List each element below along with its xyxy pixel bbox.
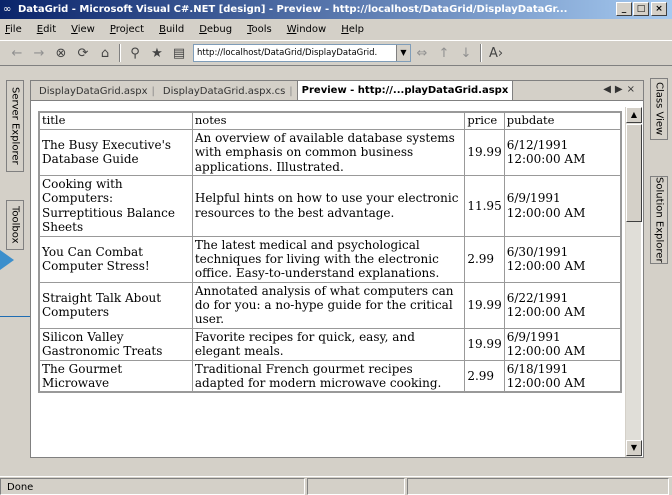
scroll-down-icon[interactable]: ▼ — [626, 440, 642, 456]
cell-pubdate: 6/18/1991 12:00:00 AM — [503, 359, 622, 393]
server-explorer-tab[interactable]: Server Explorer — [6, 80, 24, 172]
tab-displaydatagrid-aspx-cs[interactable]: DisplayDataGrid.aspx.cs | — [159, 82, 297, 100]
menu-bar: File Edit View Project Build Debug Tools… — [0, 19, 672, 39]
table-row: The Busy Executive's Database Guide An o… — [38, 128, 622, 176]
menu-project[interactable]: Project — [109, 23, 145, 36]
right-dock: Class View Solution Explorer — [646, 76, 672, 456]
cell-notes: Favorite recipes for quick, easy, and el… — [191, 327, 466, 361]
status-panel — [407, 477, 669, 495]
cell-notes: Annotated analysis of what computers can… — [191, 281, 466, 329]
home-icon[interactable]: ⌂ — [94, 43, 116, 63]
cell-title: The Gourmet Microwave — [38, 359, 193, 393]
column-header-pubdate: pubdate — [503, 111, 622, 130]
close-icon[interactable]: × — [627, 84, 639, 95]
data-grid: title notes price pubdate The Busy Execu… — [38, 111, 622, 394]
stop-icon[interactable]: ⊗ — [50, 43, 72, 63]
column-header-notes: notes — [191, 111, 466, 130]
column-header-price: price — [464, 111, 505, 130]
favorites-icon[interactable]: ★ — [146, 43, 168, 63]
refresh-icon[interactable]: ⟳ — [72, 43, 94, 63]
cell-price: 19.99 — [464, 128, 505, 176]
cell-title: Cooking with Computers: Surreptitious Ba… — [38, 174, 193, 237]
table-row: Silicon Valley Gastronomic Treats Favori… — [38, 327, 622, 361]
cell-title: You Can Combat Computer Stress! — [38, 235, 193, 283]
window-title: DataGrid - Microsoft Visual C#.NET [desi… — [18, 4, 568, 15]
cell-price: 11.95 — [464, 174, 505, 237]
print-icon[interactable]: ▤ — [168, 43, 190, 63]
up-arrow-icon[interactable]: ↑ — [433, 43, 455, 63]
class-view-tab[interactable]: Class View — [650, 78, 668, 140]
cell-pubdate: 6/9/1991 12:00:00 AM — [503, 174, 622, 237]
menu-tools[interactable]: Tools — [246, 23, 273, 36]
web-toolbar: ← → ⊗ ⟳ ⌂ ⚲ ★ ▤ http://localhost/DataGri… — [0, 40, 672, 66]
down-arrow-icon[interactable]: ↓ — [455, 43, 477, 63]
vs-icon: ∞ — [3, 4, 12, 15]
cell-notes: Helpful hints on how to use your electro… — [191, 174, 466, 237]
maximize-button[interactable]: □ — [633, 2, 649, 16]
cell-pubdate: 6/12/1991 12:00:00 AM — [503, 128, 622, 176]
tab-preview[interactable]: Preview - http://...playDataGrid.aspx — [296, 80, 514, 100]
menu-view[interactable]: View — [70, 23, 96, 36]
status-text: Done — [0, 477, 305, 495]
cell-title: The Busy Executive's Database Guide — [38, 128, 193, 176]
scroll-up-icon[interactable]: ▲ — [626, 107, 642, 123]
document-tabs: DisplayDataGrid.aspx | DisplayDataGrid.as… — [31, 80, 643, 101]
cell-notes: An overview of available database system… — [191, 128, 466, 176]
search-icon[interactable]: ⚲ — [124, 43, 146, 63]
tab-displaydatagrid-aspx[interactable]: DisplayDataGrid.aspx | — [35, 82, 159, 100]
menu-debug[interactable]: Debug — [198, 23, 233, 36]
vertical-scrollbar[interactable]: ▲ ▼ — [625, 107, 642, 457]
ide-window: ∞ DataGrid - Microsoft Visual C#.NET [de… — [0, 0, 672, 495]
cell-price: 2.99 — [464, 235, 505, 283]
menu-help[interactable]: Help — [340, 23, 365, 36]
cell-price: 19.99 — [464, 327, 505, 361]
solution-explorer-tab[interactable]: Solution Explorer — [650, 176, 668, 264]
status-panel — [307, 477, 405, 495]
table-row: Cooking with Computers: Surreptitious Ba… — [38, 174, 622, 237]
column-header-title: title — [38, 111, 193, 130]
status-bar: Done — [0, 476, 672, 495]
chevron-down-icon[interactable]: ▼ — [396, 45, 410, 61]
table-row: The Gourmet Microwave Traditional French… — [38, 359, 622, 393]
document-area: DisplayDataGrid.aspx | DisplayDataGrid.as… — [30, 80, 644, 458]
scroll-thumb[interactable] — [626, 124, 642, 222]
cell-title: Silicon Valley Gastronomic Treats — [38, 327, 193, 361]
toolbar-separator — [119, 44, 121, 62]
minimize-button[interactable]: _ — [616, 2, 632, 16]
table-row: Straight Talk About Computers Annotated … — [38, 281, 622, 329]
menu-edit[interactable]: Edit — [36, 23, 57, 36]
url-field[interactable]: http://localhost/DataGrid/DisplayDataGri… — [193, 44, 411, 62]
menu-build[interactable]: Build — [158, 23, 185, 36]
cell-price: 19.99 — [464, 281, 505, 329]
menu-window[interactable]: Window — [286, 23, 327, 36]
header-row: title notes price pubdate — [38, 111, 622, 130]
toolbar-separator — [480, 44, 482, 62]
cell-notes: Traditional French gourmet recipes adapt… — [191, 359, 466, 393]
cell-notes: The latest medical and psychological tec… — [191, 235, 466, 283]
url-text: http://localhost/DataGrid/DisplayDataGri… — [197, 48, 378, 58]
close-button[interactable]: × — [651, 2, 667, 16]
forward-icon[interactable]: → — [28, 43, 50, 63]
title-bar[interactable]: ∞ DataGrid - Microsoft Visual C#.NET [de… — [0, 0, 672, 19]
chevron-left-icon[interactable]: ◀ — [603, 84, 615, 95]
back-icon[interactable]: ← — [6, 43, 28, 63]
font-size-icon[interactable]: A› — [485, 43, 507, 63]
menu-file[interactable]: File — [4, 23, 23, 36]
cell-price: 2.99 — [464, 359, 505, 393]
cell-pubdate: 6/9/1991 12:00:00 AM — [503, 327, 622, 361]
toolbox-tab[interactable]: Toolbox — [6, 200, 24, 250]
sync-icon[interactable]: ⇔ — [411, 43, 433, 63]
preview-pane: title notes price pubdate The Busy Execu… — [38, 111, 622, 456]
callout-arrow — [0, 250, 14, 270]
cell-title: Straight Talk About Computers — [38, 281, 193, 329]
cell-pubdate: 6/22/1991 12:00:00 AM — [503, 281, 622, 329]
tab-controls: ◀▶× — [603, 84, 639, 95]
table-row: You Can Combat Computer Stress! The late… — [38, 235, 622, 283]
chevron-right-icon[interactable]: ▶ — [615, 84, 627, 95]
cell-pubdate: 6/30/1991 12:00:00 AM — [503, 235, 622, 283]
